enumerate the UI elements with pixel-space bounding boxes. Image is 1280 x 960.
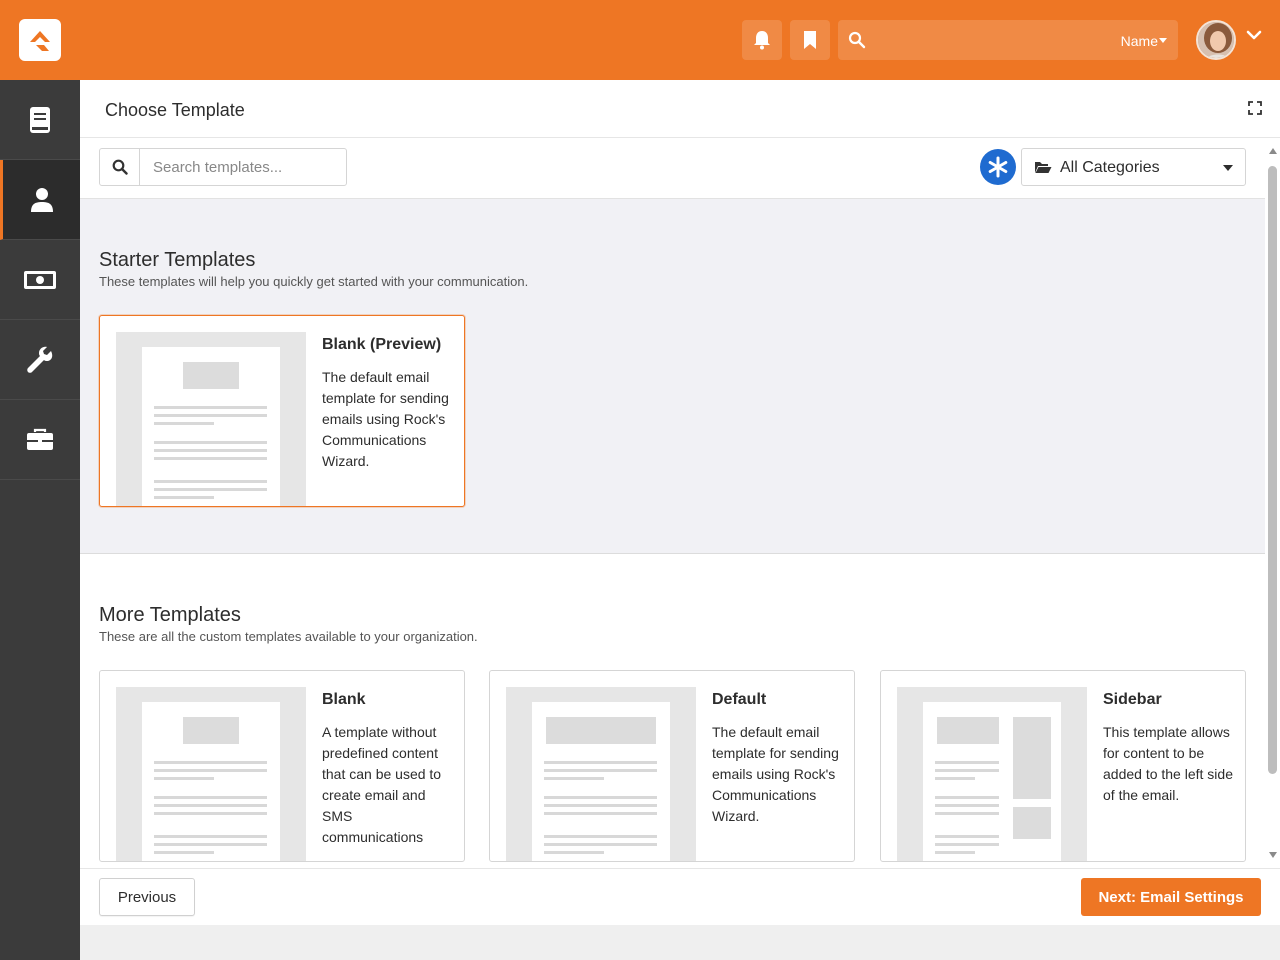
search-addon [100, 149, 140, 185]
page-title: Choose Template [105, 100, 245, 120]
choose-template-panel: Choose Template All Categories Starter T… [80, 80, 1280, 925]
more-heading: More Templates [99, 604, 241, 626]
divider [80, 137, 1280, 138]
caret-down-icon [1159, 38, 1167, 43]
starter-templates-section: Starter Templates These templates will h… [80, 198, 1265, 554]
vertical-scrollbar[interactable] [1266, 140, 1280, 870]
asterisk-icon[interactable] [980, 149, 1016, 185]
notifications-button[interactable] [742, 20, 782, 60]
sidebar-item-people[interactable] [0, 160, 80, 240]
bookmarks-button[interactable] [790, 20, 830, 60]
search-filter-label[interactable]: Name [1121, 33, 1158, 49]
template-thumbnail [506, 687, 696, 861]
template-search [99, 148, 347, 186]
more-subheading: These are all the custom templates avail… [99, 629, 478, 644]
scroll-up-icon[interactable] [1269, 148, 1277, 154]
briefcase-icon [27, 428, 53, 450]
template-description: The default email template for sending e… [712, 724, 839, 824]
caret-down-icon [1223, 165, 1233, 171]
money-icon [24, 270, 56, 289]
rock-logo-icon[interactable] [19, 19, 61, 61]
category-select[interactable]: All Categories [1021, 148, 1246, 186]
sidebar [0, 80, 80, 960]
template-card-blank[interactable]: Blank A template without predefined cont… [99, 670, 465, 862]
avatar[interactable] [1196, 20, 1236, 60]
template-title: Blank [322, 691, 366, 708]
scrollbar-thumb[interactable] [1268, 166, 1277, 774]
category-select-value: All Categories [1060, 159, 1160, 176]
next-email-settings-button[interactable]: Next: Email Settings [1081, 878, 1261, 916]
book-icon [30, 106, 50, 133]
template-thumbnail [897, 687, 1087, 861]
user-icon [30, 187, 53, 212]
wrench-icon [27, 346, 53, 373]
bell-icon [754, 31, 770, 50]
sidebar-item-tools[interactable] [0, 320, 80, 400]
template-list: Starter Templates These templates will h… [80, 198, 1280, 868]
fullscreen-icon[interactable] [1248, 101, 1262, 115]
wizard-footer: Previous Next: Email Settings [80, 868, 1280, 925]
folder-open-icon [1035, 162, 1052, 173]
sidebar-item-finance[interactable] [0, 240, 80, 320]
previous-button[interactable]: Previous [99, 878, 195, 916]
template-title: Blank (Preview) [322, 336, 442, 353]
sidebar-item-admin[interactable] [0, 400, 80, 480]
starter-subheading: These templates will help you quickly ge… [99, 274, 529, 289]
template-thumbnail [116, 332, 306, 506]
template-card-blank-preview[interactable]: Blank (Preview) The default email templa… [99, 315, 465, 507]
scroll-down-icon[interactable] [1269, 852, 1277, 858]
sidebar-item-book[interactable] [0, 80, 80, 160]
template-title: Default [712, 691, 767, 708]
bookmark-icon [804, 31, 816, 49]
starter-heading: Starter Templates [99, 249, 256, 271]
global-search[interactable]: Name [838, 20, 1178, 60]
template-description: This template allows for content to be a… [1103, 724, 1233, 803]
template-description: The default email template for sending e… [322, 369, 449, 469]
template-card-default[interactable]: Default The default email template for s… [489, 670, 855, 862]
template-search-input[interactable] [141, 149, 346, 185]
search-icon [848, 31, 866, 49]
template-thumbnail [116, 687, 306, 861]
chevron-down-icon[interactable] [1246, 30, 1262, 42]
template-title: Sidebar [1103, 691, 1162, 708]
template-card-sidebar[interactable]: Sidebar This template allows for content… [880, 670, 1246, 862]
template-description: A template without predefined content th… [322, 724, 442, 845]
top-bar: Name [0, 0, 1280, 80]
search-icon [112, 159, 128, 175]
